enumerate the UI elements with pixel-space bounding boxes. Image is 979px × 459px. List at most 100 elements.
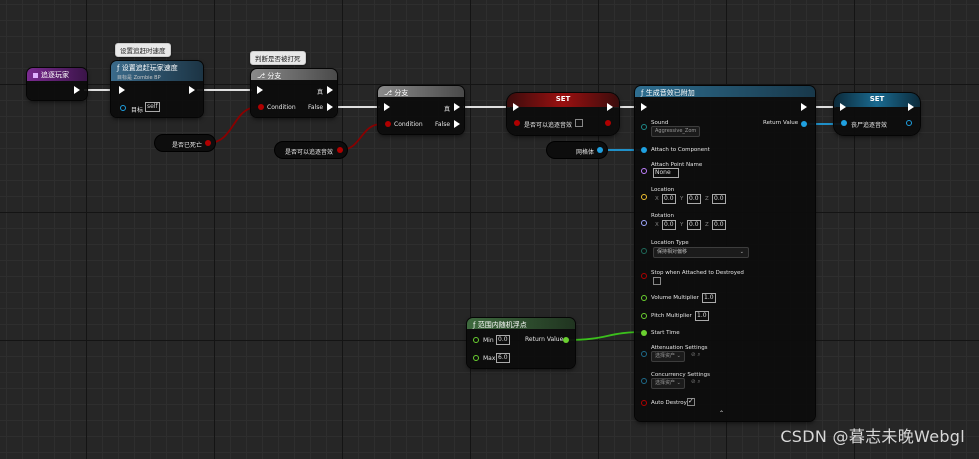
- event-title: 追逐玩家: [41, 71, 69, 79]
- watermark: CSDN @暮志未晚Webgl: [780, 427, 965, 446]
- is-dead-getter[interactable]: 是否已死亡: [155, 135, 215, 151]
- rotation-x-input[interactable]: 0.0: [662, 220, 676, 230]
- rotation-label: Rotation: [651, 213, 675, 219]
- rotation-z-input[interactable]: 0.0: [712, 220, 726, 230]
- min-input[interactable]: 0.0: [496, 335, 510, 345]
- set-can-chase-node[interactable]: SET 是否可以追逐音效: [507, 93, 619, 135]
- branch-node-1[interactable]: ⎇ 分支 真 Condition False: [251, 69, 337, 117]
- comment-speed[interactable]: 设置追赶时速度: [115, 43, 171, 57]
- rotation-y-input[interactable]: 0.0: [687, 220, 701, 230]
- stop-destroyed-checkbox[interactable]: [653, 277, 661, 285]
- exec-in-pin[interactable]: [257, 86, 263, 94]
- rot-y-label: Y: [680, 222, 684, 228]
- concurrency-pin[interactable]: [641, 378, 647, 384]
- set-zombie-chase-sound-node[interactable]: SET 丧尸追逐音效: [834, 93, 920, 135]
- volume-label: Volume Multiplier: [651, 295, 699, 301]
- location-y-input[interactable]: 0.0: [687, 194, 701, 204]
- exec-out-pin[interactable]: [801, 103, 807, 111]
- sound-pin[interactable]: [641, 124, 647, 130]
- function-icon: ƒ: [117, 64, 120, 72]
- auto-destroy-label: Auto Destroy: [651, 400, 687, 406]
- attach-point-pin[interactable]: [641, 168, 647, 174]
- location-type-select[interactable]: 保持相对偏移 ⌄: [653, 247, 749, 258]
- is-dead-out-pin[interactable]: [205, 140, 211, 146]
- exec-out-pin[interactable]: [74, 86, 80, 94]
- pitch-input[interactable]: 1.0: [695, 311, 709, 321]
- exec-out-pin[interactable]: [607, 103, 613, 111]
- random-float-in-range-node[interactable]: ƒ 范围内随机浮点 Min 0.0 Return Value Max 6.0: [467, 318, 575, 368]
- attach-component-pin[interactable]: [641, 147, 647, 153]
- can-chase-checkbox[interactable]: [575, 119, 583, 127]
- start-time-pin[interactable]: [641, 330, 647, 336]
- true-exec-pin[interactable]: [327, 86, 333, 94]
- exec-in-pin[interactable]: [119, 86, 125, 94]
- min-pin[interactable]: [473, 337, 479, 343]
- exec-in-pin[interactable]: [840, 103, 846, 111]
- volume-input[interactable]: 1.0: [702, 293, 716, 303]
- exec-out-pin[interactable]: [908, 103, 914, 111]
- false-exec-pin[interactable]: [454, 120, 460, 128]
- target-pin[interactable]: [120, 105, 126, 111]
- set2-out-pin[interactable]: [906, 120, 912, 126]
- branch-icon: ⎇: [257, 72, 266, 80]
- target-value[interactable]: self: [145, 102, 160, 112]
- true-exec-pin[interactable]: [454, 103, 460, 111]
- condition-label: Condition: [394, 121, 423, 128]
- rotation-pin[interactable]: [641, 220, 647, 226]
- event-chase-player-node[interactable]: 追逐玩家: [27, 68, 87, 100]
- set2-var-label: 丧尸追逐音效: [851, 122, 888, 129]
- condition-pin[interactable]: [385, 121, 391, 127]
- true-label: 真: [444, 106, 451, 113]
- false-exec-pin[interactable]: [327, 103, 333, 111]
- collapse-arrow-icon[interactable]: ⌃: [719, 410, 724, 417]
- attach-point-input[interactable]: None: [653, 168, 679, 178]
- exec-in-pin[interactable]: [641, 103, 647, 111]
- attenuation-value: 选择资产: [655, 353, 676, 359]
- location-z-input[interactable]: 0.0: [712, 194, 726, 204]
- comment-judge[interactable]: 判断是否被打死: [250, 51, 306, 65]
- browse-icon[interactable]: ⊘ ⌕: [691, 379, 700, 386]
- branch2-title: 分支: [394, 89, 409, 97]
- spawn-sound-attached-node[interactable]: ƒ 生成音效已附加 Sound Aggressive_Zom Return Va…: [635, 86, 815, 421]
- auto-destroy-pin[interactable]: [641, 400, 647, 406]
- can-chase-out-pin[interactable]: [337, 147, 343, 153]
- stop-destroyed-label: Stop when Attached to Destroyed: [651, 270, 744, 276]
- loc-z-label: Z: [705, 196, 709, 202]
- location-type-pin[interactable]: [641, 248, 647, 254]
- set-chase-speed-node[interactable]: ƒ 设置追赶玩家速度 目标是 Zombie BP 目标 self: [111, 61, 203, 117]
- chevron-down-icon: ⌄: [739, 249, 744, 255]
- function-icon: ƒ: [473, 321, 476, 329]
- sound-asset-select[interactable]: Aggressive_Zom: [651, 126, 701, 137]
- max-pin[interactable]: [473, 355, 479, 361]
- auto-destroy-checkbox[interactable]: ✓: [687, 397, 695, 406]
- concurrency-select[interactable]: 选择资产 ⌄: [651, 378, 685, 389]
- chase-sound-in-pin[interactable]: [841, 120, 847, 126]
- loc-x-label: X: [655, 196, 659, 202]
- exec-out-pin[interactable]: [189, 86, 195, 94]
- exec-in-pin[interactable]: [513, 103, 519, 111]
- mesh-out-pin[interactable]: [597, 147, 603, 153]
- browse-icon[interactable]: ⊘ ⌕: [691, 352, 700, 359]
- exec-in-pin[interactable]: [384, 103, 390, 111]
- volume-pin[interactable]: [641, 295, 647, 301]
- function-icon: ƒ: [641, 89, 644, 97]
- set1-out-pin[interactable]: [605, 120, 611, 126]
- pitch-pin[interactable]: [641, 313, 647, 319]
- location-pin[interactable]: [641, 194, 647, 200]
- branch-node-2[interactable]: ⎇ 分支 真 Condition False: [378, 86, 464, 134]
- spawn-title: 生成音效已附加: [645, 89, 695, 97]
- attach-component-label: Attach to Component: [651, 147, 710, 153]
- can-chase-in-pin[interactable]: [514, 120, 520, 126]
- max-input[interactable]: 6.0: [496, 353, 510, 363]
- random-return-pin[interactable]: [563, 337, 569, 343]
- attenuation-select[interactable]: 选择资产 ⌄: [651, 351, 685, 362]
- stop-destroyed-pin[interactable]: [641, 273, 647, 279]
- set-speed-title: 设置追赶玩家速度: [121, 64, 178, 72]
- mesh-label: 网格体: [576, 149, 595, 156]
- can-chase-getter[interactable]: 是否可以追逐音效: [275, 142, 347, 158]
- sound-return-pin[interactable]: [801, 121, 807, 127]
- mesh-getter[interactable]: 网格体: [547, 142, 607, 158]
- attenuation-pin[interactable]: [641, 351, 647, 357]
- condition-pin[interactable]: [258, 104, 264, 110]
- location-x-input[interactable]: 0.0: [662, 194, 676, 204]
